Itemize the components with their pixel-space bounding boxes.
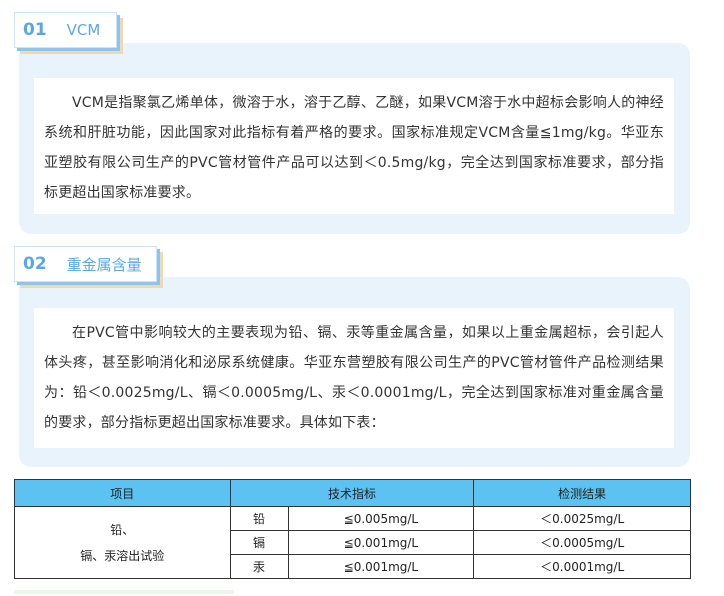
header-item: 项目 <box>14 479 231 507</box>
result-cell: ＜0.0001mg/L <box>473 554 691 579</box>
header-spec: 技术指标 <box>229 479 475 507</box>
element-cell: 汞 <box>229 554 289 579</box>
spec-cell: ≦0.005mg/L <box>287 506 475 531</box>
bottom-divider <box>14 590 234 594</box>
element-cell: 镉 <box>229 530 289 555</box>
heavy-metal-paragraph: 在PVC管中影响较大的主要表现为铅、镉、汞等重金属含量，如果以上重金属超标，会引… <box>44 325 664 431</box>
item-cell: 铅、 镉、汞溶出试验 <box>14 506 231 579</box>
header-result: 检测结果 <box>473 479 691 507</box>
spec-cell: ≦0.001mg/L <box>287 530 475 555</box>
section-title: 重金属含量 <box>66 255 142 274</box>
spec-cell: ≦0.001mg/L <box>287 554 475 579</box>
vcm-card: VCM是指聚氯乙烯单体，微溶于水，溶于乙醇、乙醚，如果VCM溶于水中超标会影响人… <box>34 78 674 214</box>
section-title: VCM <box>66 21 101 39</box>
item-line: 铅、 <box>110 522 135 537</box>
item-line: 镉、汞溶出试验 <box>80 548 165 563</box>
element-cell: 铅 <box>229 506 289 531</box>
result-cell: ＜0.0005mg/L <box>473 530 691 555</box>
section-number: 01 <box>21 20 49 40</box>
section-header-heavy-metal: 02 重金属含量 <box>14 246 157 282</box>
result-cell: ＜0.0025mg/L <box>473 506 691 531</box>
vcm-paragraph: VCM是指聚氯乙烯单体，微溶于水，溶于乙醇、乙醚，如果VCM溶于水中超标会影响人… <box>44 95 664 201</box>
table-header-row: 项目 技术指标 检测结果 <box>14 479 691 507</box>
heavy-metal-table: 项目 技术指标 检测结果 铅、 镉、汞溶出试验 铅 ≦0.005mg/L ＜0.… <box>14 479 691 579</box>
table-row: 铅、 镉、汞溶出试验 铅 ≦0.005mg/L ＜0.0025mg/L <box>14 506 691 579</box>
vcm-panel: VCM是指聚氯乙烯单体，微溶于水，溶于乙醇、乙醚，如果VCM溶于水中超标会影响人… <box>19 43 690 234</box>
heavy-metal-card: 在PVC管中影响较大的主要表现为铅、镉、汞等重金属含量，如果以上重金属超标，会引… <box>34 308 674 448</box>
section-header-vcm: 01 VCM <box>14 12 117 48</box>
heavy-metal-panel: 在PVC管中影响较大的主要表现为铅、镉、汞等重金属含量，如果以上重金属超标，会引… <box>19 277 690 467</box>
section-number: 02 <box>21 254 49 274</box>
